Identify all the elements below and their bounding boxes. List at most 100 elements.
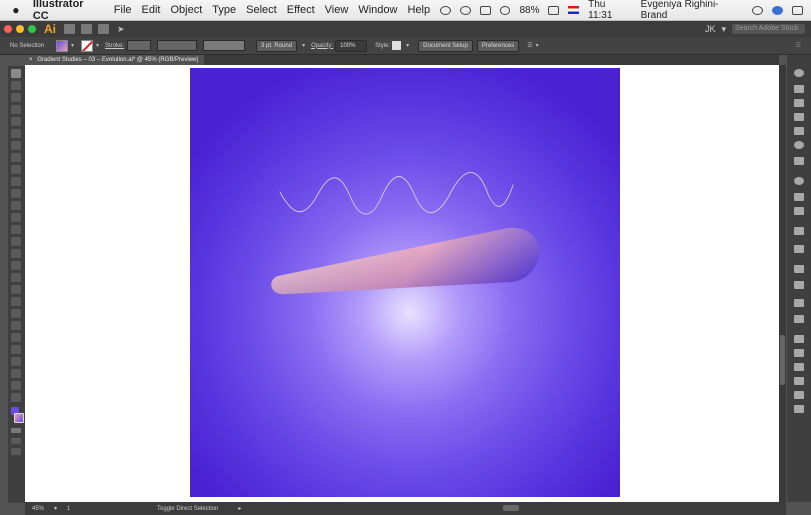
shaper-tool-icon[interactable] [11, 189, 21, 198]
paragraph-panel-icon[interactable] [794, 349, 804, 357]
close-window-button[interactable] [4, 25, 12, 33]
transparency-panel-icon[interactable] [794, 315, 804, 323]
chevron-down-icon[interactable]: ▾ [406, 42, 409, 49]
menu-window[interactable]: Window [358, 4, 397, 16]
zoom-window-button[interactable] [28, 25, 36, 33]
gradient-panel-icon[interactable] [794, 299, 804, 307]
scale-tool-icon[interactable] [11, 225, 21, 234]
artboard[interactable] [190, 68, 620, 497]
brushes-panel-icon[interactable] [794, 157, 804, 165]
workspace-switcher[interactable]: JK [705, 24, 716, 34]
pen-tool-icon[interactable] [11, 117, 21, 126]
symbols-panel-icon[interactable] [794, 177, 804, 185]
mesh-tool-icon[interactable] [11, 285, 21, 294]
opentype-panel-icon[interactable] [794, 363, 804, 371]
zoom-tool-icon[interactable] [11, 393, 21, 402]
free-transform-tool-icon[interactable] [11, 249, 21, 258]
battery-icon[interactable] [548, 5, 560, 15]
menu-object[interactable]: Object [171, 4, 203, 16]
fill-color-swatch[interactable] [56, 39, 68, 52]
color-guide-panel-icon[interactable] [794, 127, 804, 135]
wavy-line[interactable] [279, 172, 514, 215]
chevron-down-icon[interactable]: ▾ [54, 505, 57, 512]
arrange-documents-icon[interactable] [98, 24, 109, 34]
bridge-icon[interactable] [64, 24, 75, 34]
chevron-down-icon[interactable]: ▾ [536, 42, 539, 49]
swatches-panel-icon[interactable] [794, 141, 804, 149]
layers-panel-icon[interactable] [794, 85, 804, 93]
graphic-styles-panel-icon[interactable] [794, 193, 804, 201]
appearance-panel-icon[interactable] [794, 207, 804, 215]
opacity-field[interactable]: 100% [335, 39, 368, 52]
canvas-area[interactable] [25, 65, 779, 502]
wifi-icon[interactable] [499, 5, 511, 15]
adobe-stock-search-input[interactable]: Search Adobe Stock [732, 24, 805, 34]
status-menu-arrow-icon[interactable]: ▸ [238, 505, 241, 512]
stroke-color-swatch[interactable] [81, 39, 94, 52]
stroke-label[interactable]: Stroke: [105, 43, 124, 49]
slice-tool-icon[interactable] [11, 369, 21, 378]
fill-stroke-swatches-icon[interactable] [14, 413, 24, 423]
siri-icon[interactable] [772, 5, 784, 15]
perspective-grid-tool-icon[interactable] [11, 273, 21, 282]
draw-mode-icon[interactable] [11, 438, 21, 444]
arrange-icon[interactable]: ☰ [527, 42, 532, 49]
clock[interactable]: Thu 11:31 [588, 0, 632, 21]
menu-select[interactable]: Select [246, 4, 277, 16]
eyedropper-tool-icon[interactable] [11, 309, 21, 318]
chevron-down-icon[interactable]: ▾ [302, 42, 305, 49]
line-segment-tool-icon[interactable] [11, 153, 21, 162]
horizontal-scrollbar-thumb[interactable] [503, 505, 519, 511]
screen-mode-icon[interactable] [11, 448, 21, 455]
app-menu[interactable]: Illustrator CC [33, 0, 102, 22]
zoom-level[interactable]: 45% [32, 506, 54, 512]
menu-edit[interactable]: Edit [142, 4, 161, 16]
variable-width-profile-select[interactable] [157, 40, 198, 51]
blend-tool-icon[interactable] [11, 321, 21, 330]
panel-menu-icon[interactable]: ☰ [796, 42, 801, 49]
document-setup-button[interactable]: Document Setup [418, 39, 473, 52]
document-tab[interactable]: × Gradient Studies – 03 – Evolution.ai* … [25, 55, 205, 65]
artboard-tool-icon[interactable] [11, 357, 21, 366]
gpu-performance-icon[interactable]: ➤ [117, 24, 125, 35]
artboard-number[interactable]: 1 [67, 506, 70, 512]
artboard-navigation[interactable]: 1 [67, 506, 107, 512]
hand-tool-icon[interactable] [11, 381, 21, 390]
chevron-down-icon[interactable]: ▾ [71, 42, 74, 49]
type-tool-icon[interactable] [11, 141, 21, 150]
blob-brush-tool-icon[interactable] [11, 201, 21, 210]
direct-selection-tool-icon[interactable] [11, 81, 21, 90]
align-panel-icon[interactable] [794, 245, 804, 253]
libraries-panel-icon[interactable] [794, 99, 804, 107]
pathfinder-panel-icon[interactable] [794, 265, 804, 273]
chevron-down-icon[interactable]: ▾ [721, 24, 726, 35]
color-mode-icon[interactable] [11, 428, 21, 433]
menu-help[interactable]: Help [407, 4, 430, 16]
graphic-style-swatch[interactable] [392, 41, 402, 50]
minimize-window-button[interactable] [16, 25, 24, 33]
canvas-vertical-scrollbar[interactable] [779, 65, 786, 502]
menu-type[interactable]: Type [212, 4, 236, 16]
airplay-icon[interactable] [479, 5, 491, 15]
magic-wand-tool-icon[interactable] [11, 93, 21, 102]
bluetooth-icon[interactable] [459, 5, 471, 15]
image-trace-panel-icon[interactable] [794, 405, 804, 413]
properties-panel-icon[interactable] [794, 69, 804, 77]
column-graph-tool-icon[interactable] [11, 345, 21, 354]
shape-builder-tool-icon[interactable] [11, 261, 21, 270]
creative-cloud-icon[interactable] [440, 5, 451, 15]
menu-effect[interactable]: Effect [287, 4, 315, 16]
brush-definition-field[interactable] [203, 40, 246, 51]
character-panel-icon[interactable] [794, 335, 804, 343]
symbol-sprayer-tool-icon[interactable] [11, 333, 21, 342]
apple-menu-icon[interactable]: ● [9, 3, 23, 17]
stock-icon[interactable] [81, 24, 92, 34]
curvature-tool-icon[interactable] [11, 129, 21, 138]
opacity-label[interactable]: Opacity: [311, 43, 333, 49]
paintbrush-tool-icon[interactable] [11, 177, 21, 186]
transform-panel-icon[interactable] [794, 227, 804, 235]
preferences-button[interactable]: Preferences [476, 39, 520, 52]
spotlight-search-icon[interactable] [752, 5, 764, 15]
menu-view[interactable]: View [325, 4, 349, 16]
scrollbar-thumb[interactable] [780, 335, 785, 385]
